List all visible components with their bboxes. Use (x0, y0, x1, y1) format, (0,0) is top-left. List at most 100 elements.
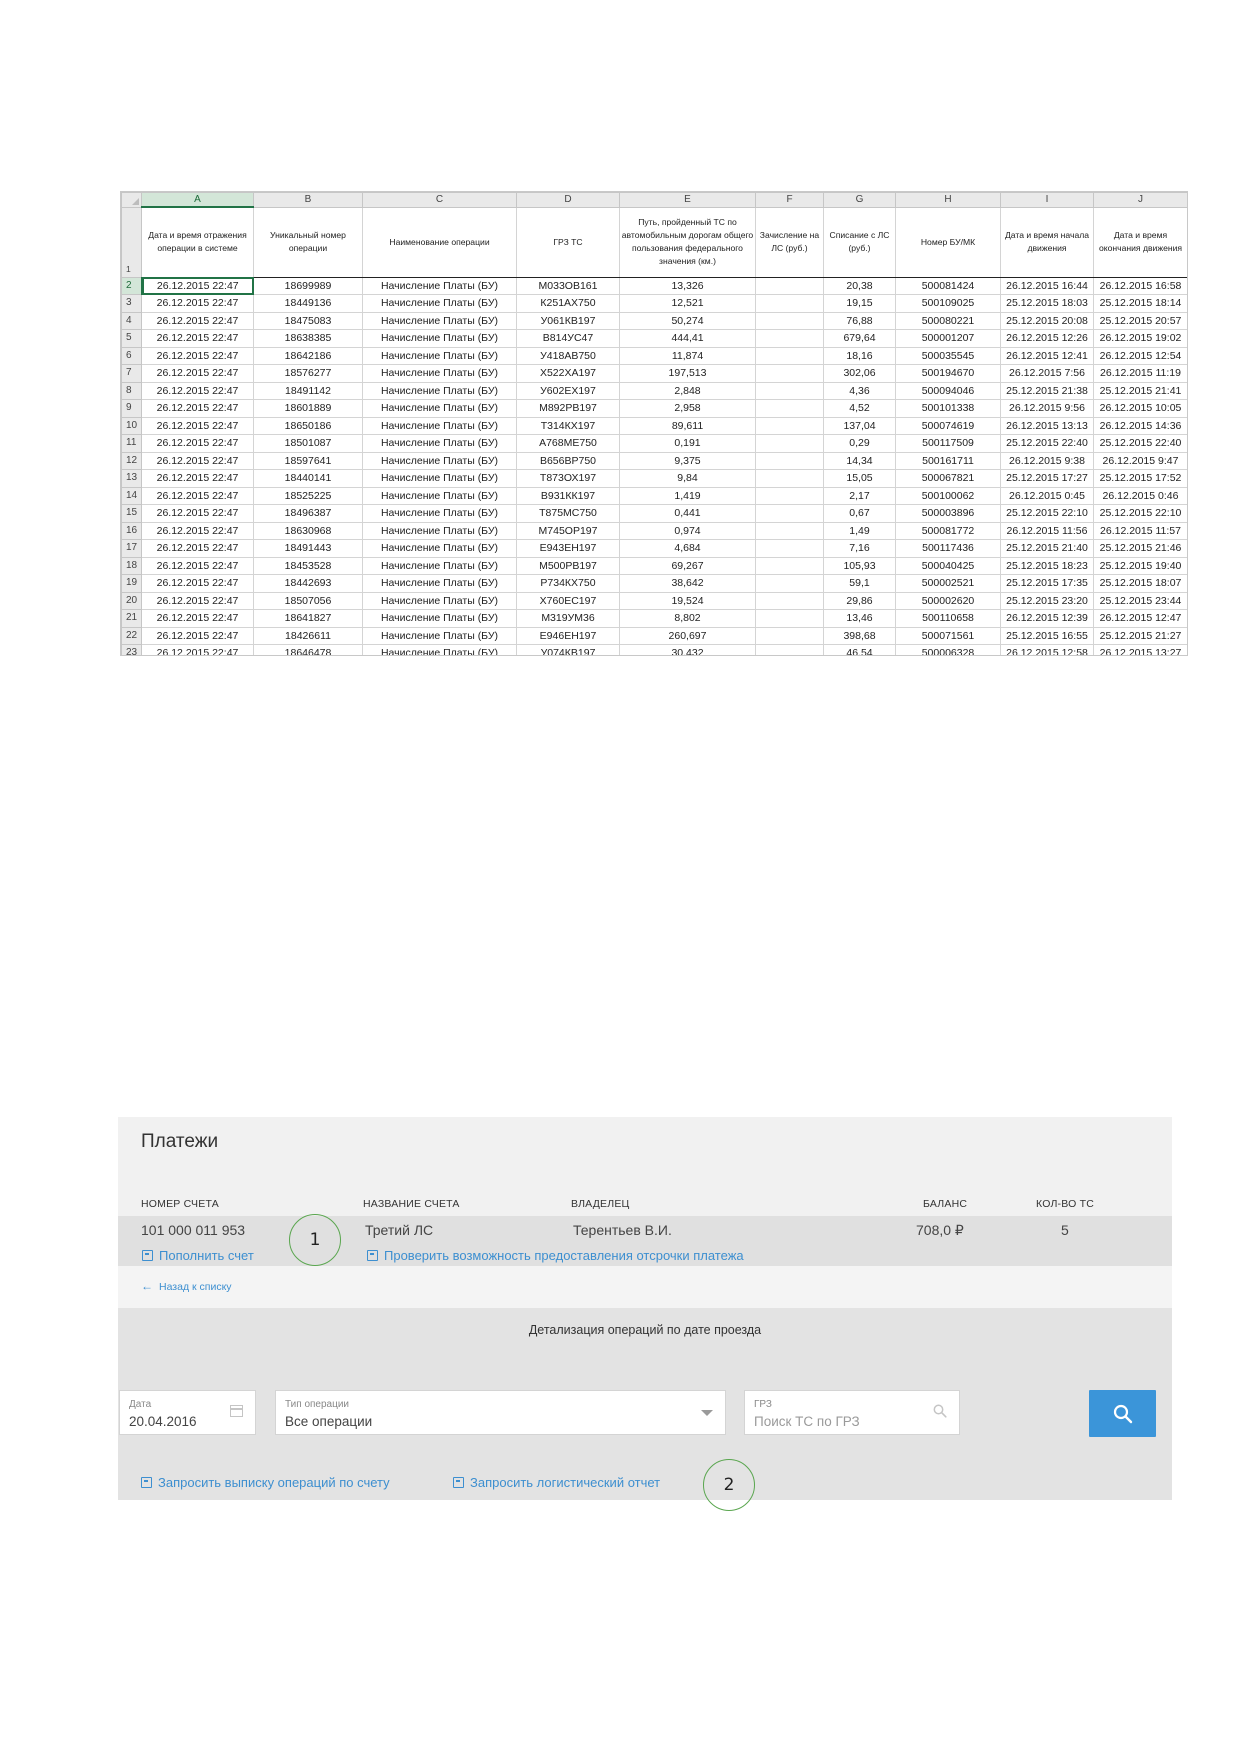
table-cell[interactable]: 19,15 (823, 294, 896, 313)
table-cell[interactable] (755, 504, 824, 523)
table-cell[interactable]: 25.12.2015 18:07 (1093, 574, 1187, 593)
table-cell[interactable] (755, 416, 824, 435)
table-cell[interactable]: 26.12.2015 11:57 (1093, 521, 1187, 540)
table-cell[interactable]: 18638385 (253, 329, 363, 348)
table-cell[interactable]: 26.12.2015 22:47 (141, 626, 254, 645)
table-cell[interactable]: 25.12.2015 22:40 (1000, 434, 1094, 453)
table-cell[interactable]: М892РВ197 (516, 399, 620, 418)
table-cell[interactable] (755, 311, 824, 330)
table-cell[interactable]: 4,52 (823, 399, 896, 418)
table-cell[interactable]: 26.12.2015 12:54 (1093, 346, 1187, 365)
table-cell[interactable]: Начисление Платы (БУ) (362, 346, 517, 365)
table-cell[interactable]: 2,17 (823, 486, 896, 505)
row-number[interactable]: 23 (121, 644, 142, 655)
table-cell[interactable] (755, 346, 824, 365)
table-cell[interactable] (755, 644, 824, 655)
table-cell[interactable]: 25.12.2015 17:27 (1000, 469, 1094, 488)
table-cell[interactable]: Начисление Платы (БУ) (362, 626, 517, 645)
table-cell[interactable]: 500003896 (895, 504, 1001, 523)
table-cell[interactable] (755, 329, 824, 348)
column-letter[interactable]: A (141, 192, 254, 208)
row-number[interactable]: 11 (121, 434, 142, 453)
row-number[interactable]: 5 (121, 329, 142, 348)
table-cell[interactable] (755, 364, 824, 383)
row-number[interactable]: 8 (121, 381, 142, 400)
table-cell[interactable]: 25.12.2015 22:40 (1093, 434, 1187, 453)
table-cell[interactable]: 18641827 (253, 609, 363, 628)
table-cell[interactable]: В931КК197 (516, 486, 620, 505)
table-cell[interactable]: 18630968 (253, 521, 363, 540)
table-cell[interactable]: 26.12.2015 11:19 (1093, 364, 1187, 383)
table-cell[interactable]: 260,697 (619, 626, 756, 645)
table-cell[interactable] (755, 574, 824, 593)
row-number[interactable]: 22 (121, 626, 142, 645)
column-letter[interactable]: E (619, 192, 756, 208)
table-cell[interactable]: 25.12.2015 16:55 (1000, 626, 1094, 645)
table-cell[interactable]: 26.12.2015 22:47 (141, 329, 254, 348)
table-cell[interactable]: 18453528 (253, 556, 363, 575)
table-cell[interactable]: 0,67 (823, 504, 896, 523)
table-cell[interactable] (755, 294, 824, 313)
table-cell[interactable]: 500161711 (895, 451, 1001, 470)
table-cell[interactable]: 69,267 (619, 556, 756, 575)
table-cell[interactable] (755, 434, 824, 453)
top-up-link[interactable]: Пополнить счет (142, 1248, 254, 1263)
row-number[interactable]: 6 (121, 346, 142, 365)
table-cell[interactable]: 25.12.2015 17:35 (1000, 574, 1094, 593)
table-cell[interactable]: 18491443 (253, 539, 363, 558)
row-number[interactable]: 1 (121, 206, 142, 278)
table-cell[interactable]: 18,16 (823, 346, 896, 365)
table-cell[interactable]: Начисление Платы (БУ) (362, 399, 517, 418)
table-cell[interactable]: 26.12.2015 10:05 (1093, 399, 1187, 418)
table-cell[interactable]: 25.12.2015 22:10 (1000, 504, 1094, 523)
table-cell[interactable]: 500081424 (895, 276, 1001, 295)
table-cell[interactable]: 26.12.2015 22:47 (141, 504, 254, 523)
table-cell[interactable]: 20,38 (823, 276, 896, 295)
table-cell[interactable]: 26.12.2015 16:58 (1093, 276, 1187, 295)
column-letter[interactable]: I (1000, 192, 1094, 208)
table-cell[interactable]: 26.12.2015 9:47 (1093, 451, 1187, 470)
row-number[interactable]: 12 (121, 451, 142, 470)
table-cell[interactable]: 26.12.2015 22:47 (141, 486, 254, 505)
table-cell[interactable]: 26.12.2015 22:47 (141, 451, 254, 470)
table-cell[interactable]: 26.12.2015 22:47 (141, 469, 254, 488)
row-number[interactable]: 18 (121, 556, 142, 575)
table-cell[interactable] (755, 521, 824, 540)
table-cell[interactable]: 25.12.2015 18:14 (1093, 294, 1187, 313)
table-cell[interactable]: 26.12.2015 0:45 (1000, 486, 1094, 505)
table-cell[interactable]: 26.12.2015 22:47 (141, 381, 254, 400)
table-cell[interactable]: Начисление Платы (БУ) (362, 364, 517, 383)
row-number[interactable]: 9 (121, 399, 142, 418)
table-cell[interactable]: 26.12.2015 12:47 (1093, 609, 1187, 628)
table-cell[interactable]: 25.12.2015 17:52 (1093, 469, 1187, 488)
table-cell[interactable]: 29,86 (823, 591, 896, 610)
request-logistics-link[interactable]: Запросить логистический отчет (453, 1475, 660, 1490)
table-cell[interactable]: Начисление Платы (БУ) (362, 539, 517, 558)
row-number[interactable]: 17 (121, 539, 142, 558)
table-cell[interactable]: 26.12.2015 22:47 (141, 574, 254, 593)
table-cell[interactable]: 18646478 (253, 644, 363, 655)
table-cell[interactable]: 26.12.2015 22:47 (141, 416, 254, 435)
calendar-icon[interactable] (230, 1405, 243, 1417)
table-cell[interactable]: 26.12.2015 22:47 (141, 556, 254, 575)
table-cell[interactable]: 398,68 (823, 626, 896, 645)
table-cell[interactable]: 26.12.2015 0:46 (1093, 486, 1187, 505)
table-cell[interactable]: 13,326 (619, 276, 756, 295)
table-cell[interactable]: 25.12.2015 21:40 (1000, 539, 1094, 558)
table-cell[interactable]: 500067821 (895, 469, 1001, 488)
table-cell[interactable]: 26.12.2015 22:47 (141, 644, 254, 655)
table-cell[interactable]: 302,06 (823, 364, 896, 383)
table-cell[interactable]: В814УС47 (516, 329, 620, 348)
table-cell[interactable]: 7,16 (823, 539, 896, 558)
row-number[interactable]: 2 (121, 276, 143, 295)
request-statement-link[interactable]: Запросить выписку операций по счету (141, 1475, 390, 1490)
grz-placeholder[interactable]: Поиск ТС по ГРЗ (754, 1414, 860, 1429)
table-cell[interactable]: 30,432 (619, 644, 756, 655)
table-cell[interactable]: 11,874 (619, 346, 756, 365)
table-cell[interactable]: 26.12.2015 22:47 (141, 609, 254, 628)
column-letter[interactable]: B (253, 192, 363, 208)
table-cell[interactable]: 26.12.2015 22:47 (141, 521, 254, 540)
table-cell[interactable] (755, 469, 824, 488)
table-cell[interactable]: 26.12.2015 16:44 (1000, 276, 1094, 295)
table-cell[interactable]: Е943ЕН197 (516, 539, 620, 558)
